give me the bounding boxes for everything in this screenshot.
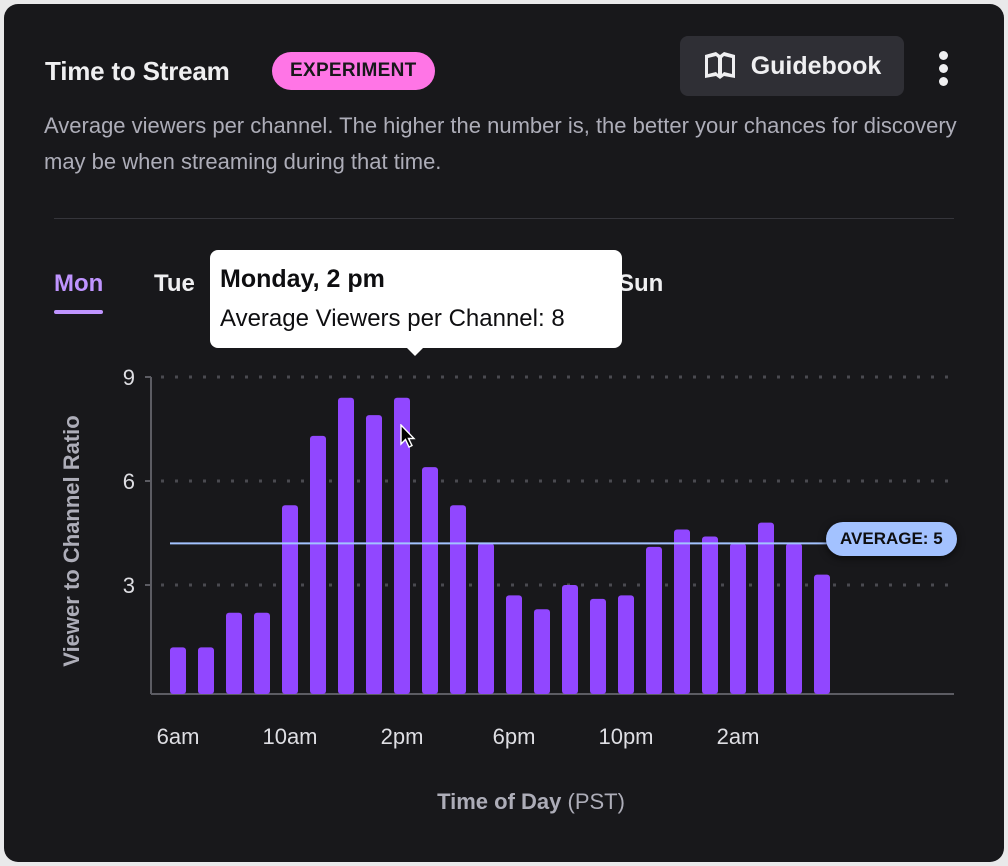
- bar-9pm: [590, 598, 606, 694]
- bar-7pm: [534, 609, 550, 694]
- bar-8am: [226, 612, 242, 694]
- bar-11am: [310, 435, 326, 694]
- mouse-cursor-icon: [400, 424, 416, 448]
- bar-1pm: [366, 415, 382, 694]
- bar-10am: [282, 505, 298, 694]
- y-axis-title: Viewer to Channel Ratio: [59, 415, 84, 666]
- bar-8pm: [562, 585, 578, 694]
- bar-5pm: [478, 543, 494, 694]
- bar-4am: [786, 543, 802, 694]
- x-tick-label: 6pm: [493, 724, 536, 749]
- y-tick-label: 3: [123, 573, 135, 598]
- bar-1am: [702, 536, 718, 694]
- tooltip-title: Monday, 2 pm: [220, 265, 385, 293]
- x-tick-label: 10am: [262, 724, 317, 749]
- y-tick-label: 9: [123, 365, 135, 390]
- x-tick-label: 2am: [717, 724, 760, 749]
- chart-tooltip: Monday, 2 pm Average Viewers per Channel…: [210, 250, 622, 356]
- x-axis-title-main: Time of Day: [437, 789, 562, 814]
- x-tick-label: 6am: [157, 724, 200, 749]
- x-axis-title-suffix: (PST): [561, 789, 625, 814]
- bar-11pm: [646, 546, 662, 694]
- bar-chart: 3 6 9 6am 10am 2pm 6pm 10pm 2am Time of Day (PST)…: [59, 365, 954, 814]
- bar-4pm: [450, 505, 466, 694]
- bar-10pm: [618, 595, 634, 694]
- bar-6am: [170, 647, 186, 694]
- average-label: AVERAGE: 5: [826, 522, 957, 556]
- bar-7am: [198, 647, 214, 694]
- bar-12pm: [338, 397, 354, 694]
- y-tick-label: 6: [123, 469, 135, 494]
- x-axis-title: Time of Day (PST): [437, 789, 625, 814]
- bar-3am: [758, 522, 774, 694]
- bar-12am: [674, 529, 690, 694]
- bar-5am: [814, 574, 830, 694]
- tooltip-body: Average Viewers per Channel: 8: [220, 305, 565, 332]
- bar-3pm: [422, 467, 438, 694]
- x-tick-label: 2pm: [381, 724, 424, 749]
- bar-2am: [730, 543, 746, 694]
- bar-6pm: [506, 595, 522, 694]
- bar-9am: [254, 612, 270, 694]
- x-tick-label: 10pm: [598, 724, 653, 749]
